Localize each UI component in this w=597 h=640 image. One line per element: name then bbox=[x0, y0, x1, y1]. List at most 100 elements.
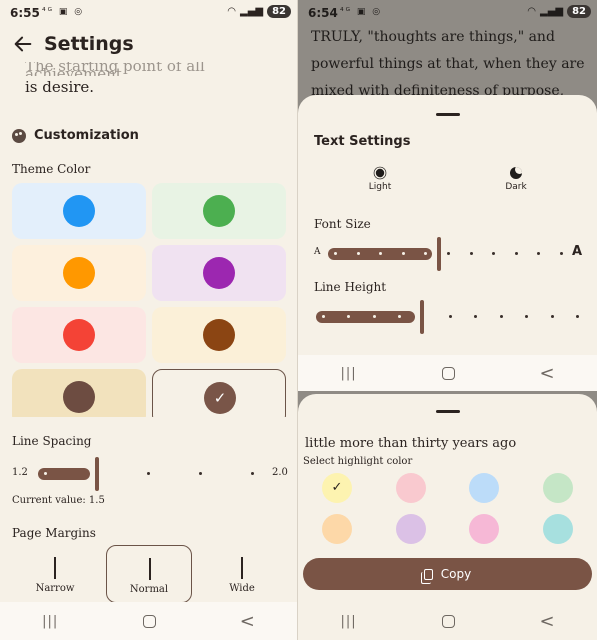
highlight-color-option[interactable] bbox=[469, 473, 499, 503]
highlight-color-option[interactable] bbox=[542, 514, 573, 544]
back-arrow-icon[interactable] bbox=[12, 32, 34, 56]
recents-button[interactable]: ||| bbox=[340, 366, 356, 381]
theme-swatch[interactable] bbox=[152, 307, 286, 363]
theme-color-dot bbox=[203, 319, 235, 351]
moon-icon bbox=[510, 167, 522, 179]
nav-back-button[interactable]: < bbox=[539, 363, 554, 384]
slider-tick bbox=[492, 252, 496, 255]
theme-swatch[interactable] bbox=[152, 245, 286, 301]
theme-color-label: Theme Color bbox=[12, 162, 91, 176]
system-nav-bar: ||| < bbox=[0, 602, 297, 640]
font-size-min-label: A bbox=[314, 247, 321, 257]
status-bar: 6:55 ⁴ᴳ ▣ ◎ ◠ ▂▄▆ 82 bbox=[0, 0, 297, 28]
recents-button[interactable]: ||| bbox=[340, 614, 356, 629]
line-height-label: Line Height bbox=[314, 280, 387, 294]
line-spacing-min: 1.2 bbox=[12, 467, 28, 478]
theme-color-dot bbox=[203, 257, 235, 289]
slider-tick bbox=[44, 472, 47, 475]
margin-narrow-option[interactable]: Narrow bbox=[12, 545, 98, 603]
highlight-color-option[interactable] bbox=[395, 514, 426, 544]
margin-bar-icon bbox=[54, 557, 56, 579]
theme-swatch[interactable]: ✓ bbox=[152, 369, 286, 417]
copy-icon bbox=[420, 568, 433, 584]
nav-back-button[interactable]: < bbox=[539, 611, 554, 632]
margin-label: Wide bbox=[229, 583, 255, 594]
signal-icon: ▂▄▆ bbox=[540, 6, 564, 17]
light-mode-label: Light bbox=[368, 182, 392, 192]
settings-screen: 6:55 ⁴ᴳ ▣ ◎ ◠ ▂▄▆ 82 Settings The starti… bbox=[0, 0, 297, 640]
slider-tick bbox=[199, 472, 202, 475]
page-title: Settings bbox=[44, 33, 134, 55]
system-nav-bar-overlay: ||| < bbox=[298, 355, 597, 391]
status-time: 6:54 bbox=[308, 6, 338, 20]
dark-mode-button[interactable]: Dark bbox=[486, 167, 546, 192]
notification-icons: ⁴ᴳ ▣ ◎ bbox=[42, 7, 85, 17]
page-margins-options: Narrow Normal Wide bbox=[12, 545, 286, 605]
slider-thumb[interactable] bbox=[420, 300, 424, 334]
home-button[interactable] bbox=[142, 614, 156, 628]
app-bar: Settings bbox=[0, 28, 297, 64]
sun-icon bbox=[375, 168, 385, 178]
signal-icon: ▂▄▆ bbox=[240, 6, 264, 17]
margin-label: Narrow bbox=[35, 583, 75, 594]
line-spacing-thumb[interactable] bbox=[95, 457, 99, 491]
theme-color-dot bbox=[63, 319, 95, 351]
drag-handle[interactable] bbox=[436, 113, 460, 116]
slider-thumb[interactable] bbox=[437, 237, 441, 271]
theme-swatch[interactable] bbox=[12, 307, 146, 363]
margin-bar-icon bbox=[241, 557, 243, 579]
margin-normal-option[interactable]: Normal bbox=[106, 545, 192, 603]
theme-swatch[interactable] bbox=[152, 183, 286, 239]
slider-tick bbox=[372, 315, 376, 318]
highlight-sheet: little more than thirty years ago Select… bbox=[298, 394, 597, 604]
highlight-color-option[interactable] bbox=[322, 514, 352, 544]
highlight-color-option[interactable] bbox=[395, 473, 426, 503]
theme-swatch[interactable] bbox=[12, 245, 146, 301]
status-right: ◠ ▂▄▆ 82 bbox=[227, 5, 291, 18]
theme-color-dot bbox=[203, 195, 235, 227]
slider-tick bbox=[401, 252, 405, 255]
preview-quote: The starting point of all achievement is… bbox=[25, 62, 275, 98]
wifi-icon: ◠ bbox=[527, 6, 536, 17]
page-margins-label: Page Margins bbox=[12, 526, 96, 540]
nav-back-button[interactable]: < bbox=[240, 611, 255, 632]
slider-tick bbox=[447, 252, 450, 255]
wifi-icon: ◠ bbox=[227, 6, 236, 17]
line-spacing-max: 2.0 bbox=[272, 467, 288, 478]
slider-tick bbox=[537, 252, 541, 255]
slider-tick bbox=[499, 315, 503, 318]
theme-color-dot bbox=[63, 381, 95, 413]
dark-mode-label: Dark bbox=[505, 182, 527, 192]
home-button[interactable] bbox=[441, 614, 455, 628]
customization-title: Customization bbox=[34, 128, 139, 143]
slider-tick bbox=[449, 315, 452, 318]
palette-icon bbox=[12, 128, 26, 143]
highlight-color-option[interactable]: ✓ bbox=[322, 473, 352, 503]
light-mode-button[interactable]: Light bbox=[350, 167, 410, 192]
theme-swatch[interactable] bbox=[12, 183, 146, 239]
slider-tick bbox=[322, 315, 325, 318]
theme-swatch[interactable] bbox=[12, 369, 146, 417]
font-size-label: Font Size bbox=[314, 217, 371, 231]
copy-button[interactable]: Copy bbox=[303, 558, 592, 590]
slider-tick bbox=[525, 315, 529, 318]
home-button[interactable] bbox=[441, 366, 455, 380]
recents-button[interactable]: ||| bbox=[42, 614, 58, 629]
status-time: 6:55 bbox=[10, 6, 40, 20]
highlight-color-label: Select highlight color bbox=[303, 456, 413, 467]
quote-faded-line: The starting point of all achievement bbox=[25, 62, 205, 76]
drag-handle[interactable] bbox=[436, 410, 460, 413]
text-settings-sheet: Text Settings Light Dark Font Size A A L… bbox=[298, 95, 597, 355]
slider-tick bbox=[334, 252, 337, 255]
margin-label: Normal bbox=[129, 584, 169, 595]
notification-icons: ⁴ᴳ ▣ ◎ bbox=[340, 7, 383, 17]
highlight-color-option[interactable] bbox=[469, 514, 499, 544]
battery-indicator: 82 bbox=[567, 5, 591, 18]
status-right: ◠ ▂▄▆ 82 bbox=[527, 5, 591, 18]
margin-bar-icon bbox=[149, 558, 151, 580]
slider-tick bbox=[251, 472, 254, 475]
highlight-color-option[interactable] bbox=[542, 473, 573, 503]
slider-tick bbox=[474, 315, 478, 318]
slider-tick bbox=[550, 315, 554, 318]
margin-wide-option[interactable]: Wide bbox=[199, 545, 285, 603]
